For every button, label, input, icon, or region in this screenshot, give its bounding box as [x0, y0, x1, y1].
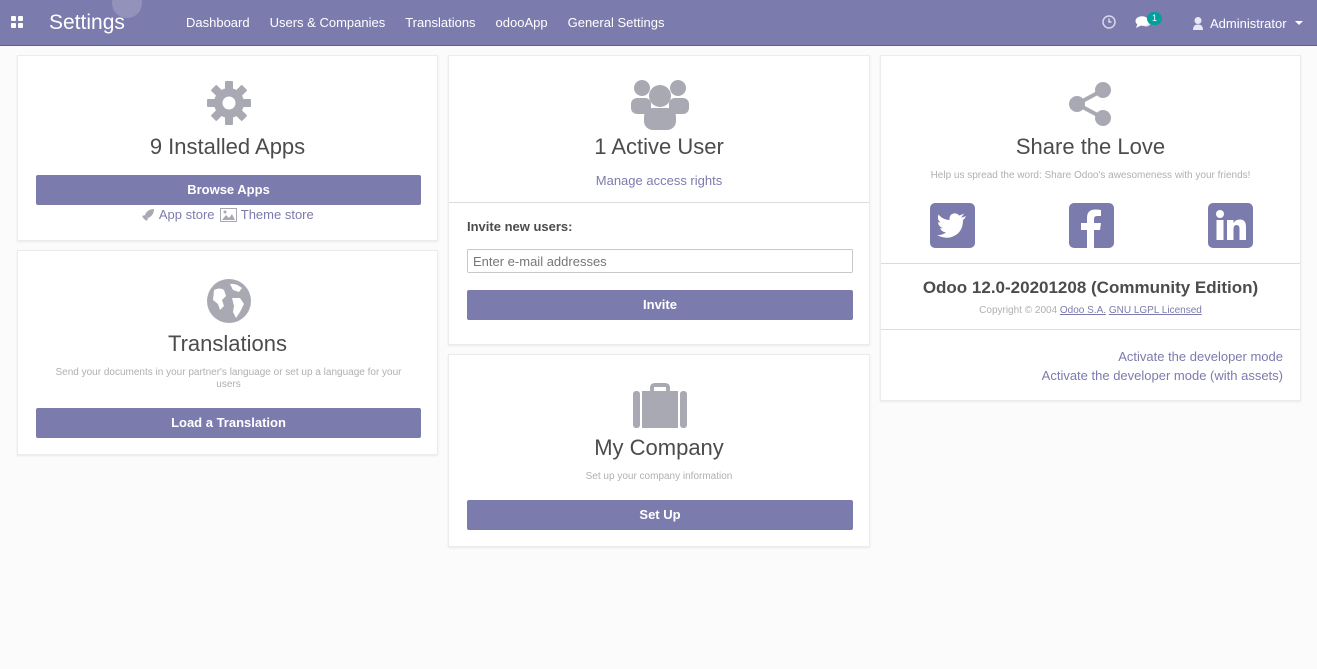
briefcase-icon: [633, 383, 687, 428]
invite-button[interactable]: Invite: [467, 290, 853, 320]
twitter-share-button[interactable]: [930, 203, 975, 248]
menu-item-odooapp[interactable]: odooApp: [486, 0, 558, 46]
user-name: Administrator: [1210, 15, 1287, 31]
app-title: Settings: [49, 11, 125, 34]
store-links: App store Theme store: [18, 206, 437, 222]
share-the-love-card: Share the Love Help us spread the word: …: [880, 55, 1301, 401]
installed-apps-card: 9 Installed Apps Browse Apps App store T…: [17, 55, 438, 241]
my-company-title: My Company: [594, 435, 724, 460]
clock-icon[interactable]: [1102, 15, 1116, 29]
apps-grid-icon[interactable]: [11, 16, 23, 28]
developer-mode-links: Activate the developer mode Activate the…: [1042, 347, 1283, 385]
manage-access-rights-link[interactable]: Manage access rights: [449, 173, 869, 188]
users-group-icon: [631, 80, 689, 130]
copyright: Copyright © 2004 Odoo S.A. GNU LGPL Lice…: [881, 305, 1300, 316]
menu-item-dashboard[interactable]: Dashboard: [176, 0, 260, 46]
facebook-icon: [1081, 209, 1101, 248]
divider: [449, 202, 869, 203]
linkedin-share-button[interactable]: [1208, 203, 1253, 248]
globe-icon: [207, 279, 251, 323]
set-up-button[interactable]: Set Up: [467, 500, 853, 530]
chevron-down-icon: [1294, 21, 1303, 25]
load-translation-button[interactable]: Load a Translation: [36, 408, 421, 438]
twitter-icon: [937, 213, 966, 238]
menu-item-translations[interactable]: Translations: [395, 0, 485, 46]
share-title: Share the Love: [1015, 134, 1166, 159]
activate-developer-mode-link[interactable]: Activate the developer mode: [1042, 347, 1283, 366]
share-icon: [1069, 82, 1111, 126]
linkedin-icon: [1216, 210, 1246, 240]
divider: [881, 329, 1300, 330]
image-icon: [220, 207, 238, 222]
divider: [881, 263, 1300, 264]
menu-item-users-companies[interactable]: Users & Companies: [260, 0, 396, 46]
license-link[interactable]: GNU LGPL Licensed: [1109, 305, 1202, 316]
copyright-text: Copyright © 2004: [979, 305, 1058, 316]
user-avatar-icon: [1193, 17, 1203, 30]
invite-users-label: Invite new users:: [467, 219, 573, 234]
odoo-sa-link[interactable]: Odoo S.A.: [1060, 305, 1106, 316]
user-menu[interactable]: Administrator: [1192, 0, 1303, 46]
company-description: Set up your company information: [585, 471, 733, 482]
menu-item-general-settings[interactable]: General Settings: [558, 0, 675, 46]
browse-apps-button[interactable]: Browse Apps: [36, 175, 421, 205]
active-users-card: 1 Active User Manage access rights Invit…: [448, 55, 870, 345]
share-description: Help us spread the word: Share Odoo's aw…: [930, 170, 1251, 181]
theme-store-link[interactable]: Theme store: [241, 207, 314, 222]
active-users-title: 1 Active User: [594, 134, 724, 159]
top-navbar: Settings Dashboard Users & Companies Tra…: [0, 0, 1317, 46]
my-company-card: My Company Set up your company informati…: [448, 354, 870, 547]
chat-counter-badge: 1: [1147, 12, 1162, 25]
installed-apps-title: 9 Installed Apps: [149, 134, 306, 159]
facebook-share-button[interactable]: [1069, 203, 1114, 248]
invite-email-input[interactable]: [467, 249, 853, 273]
translations-card: Translations Send your documents in your…: [17, 250, 438, 455]
gear-icon: [207, 81, 251, 125]
main-menu: Dashboard Users & Companies Translations…: [176, 0, 674, 46]
rocket-icon: [142, 208, 155, 221]
translations-title: Translations: [167, 331, 287, 356]
odoo-version: Odoo 12.0-20201208 (Community Edition): [922, 278, 1259, 297]
translations-description: Send your documents in your partner's la…: [55, 367, 402, 390]
app-store-link[interactable]: App store: [159, 207, 215, 222]
activate-developer-mode-assets-link[interactable]: Activate the developer mode (with assets…: [1042, 366, 1283, 385]
